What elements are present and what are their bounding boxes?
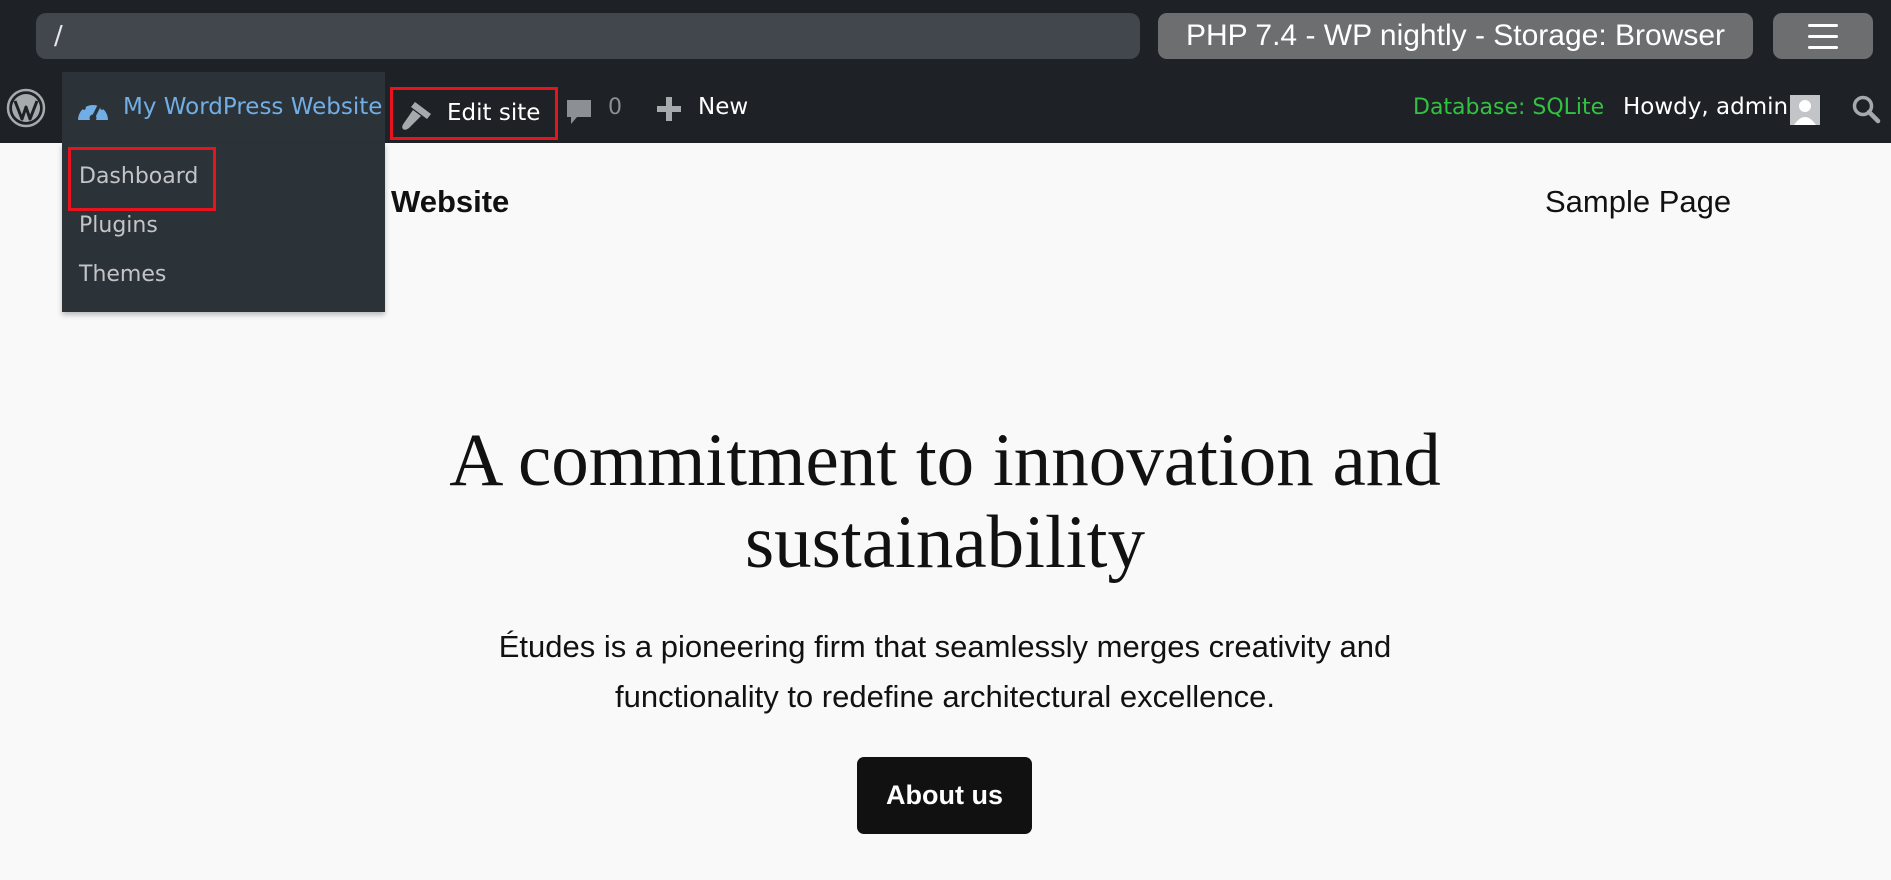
hamburger-menu-icon[interactable] <box>1773 13 1873 59</box>
comment-bubble-icon[interactable] <box>564 97 594 127</box>
paintbrush-icon <box>402 102 431 130</box>
menu-item-themes[interactable]: Themes <box>79 262 166 287</box>
wordpress-logo-icon[interactable] <box>6 88 46 128</box>
environment-button[interactable]: PHP 7.4 - WP nightly - Storage: Browser <box>1158 13 1753 59</box>
dashboard-gauge-icon <box>78 100 108 122</box>
hero-description: Études is a pioneering firm that seamles… <box>345 622 1545 722</box>
nav-sample-page[interactable]: Sample Page <box>1545 184 1731 220</box>
site-name-menu[interactable]: My WordPress Website <box>62 72 385 143</box>
new-content-link[interactable]: New <box>698 72 748 143</box>
site-name-link[interactable]: My WordPress Website <box>123 72 382 143</box>
hero-heading-line2: sustainability <box>745 501 1145 584</box>
avatar[interactable] <box>1790 95 1820 125</box>
browser-toolbar: / PHP 7.4 - WP nightly - Storage: Browse… <box>0 0 1891 72</box>
account-menu-label[interactable]: Howdy, admin <box>1623 72 1788 143</box>
hero-description-line1: Études is a pioneering firm that seamles… <box>498 629 1392 664</box>
edit-site-button[interactable]: Edit site <box>390 87 558 140</box>
url-input[interactable]: / <box>36 13 1140 59</box>
edit-site-label: Edit site <box>447 100 541 126</box>
menu-item-plugins[interactable]: Plugins <box>79 213 158 238</box>
about-us-button[interactable]: About us <box>857 757 1032 834</box>
hero-heading: A commitment to innovation and sustainab… <box>345 420 1545 584</box>
user-avatar-icon <box>1794 100 1816 125</box>
comment-count[interactable]: 0 <box>608 72 622 143</box>
hero-heading-line1: A commitment to innovation and <box>449 419 1441 502</box>
menu-item-dashboard[interactable]: Dashboard <box>79 164 198 189</box>
site-dropdown-menu: Dashboard Plugins Themes <box>62 143 385 312</box>
search-icon[interactable] <box>1851 94 1881 124</box>
hero-description-line2: functionality to redefine architectural … <box>615 679 1275 714</box>
site-title[interactable]: Website <box>391 184 509 220</box>
plus-icon[interactable] <box>655 95 683 123</box>
database-status: Database: SQLite <box>1413 95 1605 120</box>
wp-admin-bar: My WordPress Website Edit site 0 New Dat… <box>0 72 1891 143</box>
